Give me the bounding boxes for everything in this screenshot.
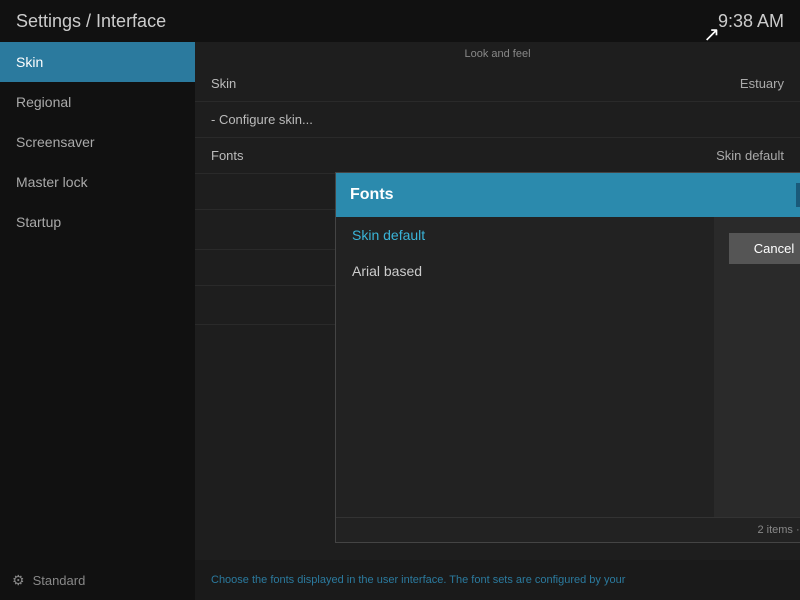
- sidebar-item-regional[interactable]: Regional: [0, 82, 195, 122]
- list-item-arial-based[interactable]: Arial based: [336, 253, 714, 289]
- bottom-bar-label: Standard: [33, 573, 86, 588]
- setting-label-skin: Skin: [211, 76, 236, 91]
- main-layout: Skin Regional Screensaver Master lock St…: [0, 42, 800, 560]
- modal-actions: Cancel: [714, 217, 800, 517]
- list-item-skin-default[interactable]: Skin default: [336, 217, 714, 253]
- page-title: Settings / Interface: [16, 11, 166, 32]
- modal-title: Fonts: [350, 186, 394, 204]
- settings-icon: ⚙: [12, 572, 25, 589]
- modal-footer: 2 items · 1/1: [336, 517, 800, 542]
- modal-cancel-button[interactable]: Cancel: [729, 233, 800, 264]
- setting-label-configure-skin: - Configure skin...: [211, 112, 313, 127]
- sidebar-item-master-lock[interactable]: Master lock: [0, 162, 195, 202]
- content-area: Look and feel Skin Estuary - Configure s…: [195, 42, 800, 560]
- bottom-bar-desc-text: Choose the fonts displayed in the user i…: [211, 574, 625, 586]
- setting-row-fonts[interactable]: Fonts Skin default: [195, 138, 800, 174]
- fonts-modal: Fonts ✦ Skin default Arial based Cancel: [335, 172, 800, 543]
- clock: 9:38 AM: [718, 11, 784, 32]
- modal-list: Skin default Arial based: [336, 217, 714, 517]
- sidebar: Skin Regional Screensaver Master lock St…: [0, 42, 195, 560]
- bottom-bar-desc: Choose the fonts displayed in the user i…: [195, 560, 800, 600]
- setting-value-skin: Estuary: [740, 76, 784, 91]
- section-label: Look and feel: [195, 42, 800, 66]
- sidebar-item-startup[interactable]: Startup: [0, 202, 195, 242]
- setting-value-fonts: Skin default: [716, 148, 784, 163]
- modal-close-button[interactable]: ✦: [796, 183, 800, 207]
- bottom-bar-left: ⚙ Standard: [0, 560, 195, 600]
- setting-row-skin[interactable]: Skin Estuary: [195, 66, 800, 102]
- setting-row-configure-skin[interactable]: - Configure skin...: [195, 102, 800, 138]
- setting-label-fonts: Fonts: [211, 148, 244, 163]
- modal-body: Skin default Arial based Cancel: [336, 217, 800, 517]
- sidebar-item-skin[interactable]: Skin: [0, 42, 195, 82]
- header: Settings / Interface 9:38 AM: [0, 0, 800, 42]
- sidebar-item-screensaver[interactable]: Screensaver: [0, 122, 195, 162]
- modal-header: Fonts ✦: [336, 173, 800, 217]
